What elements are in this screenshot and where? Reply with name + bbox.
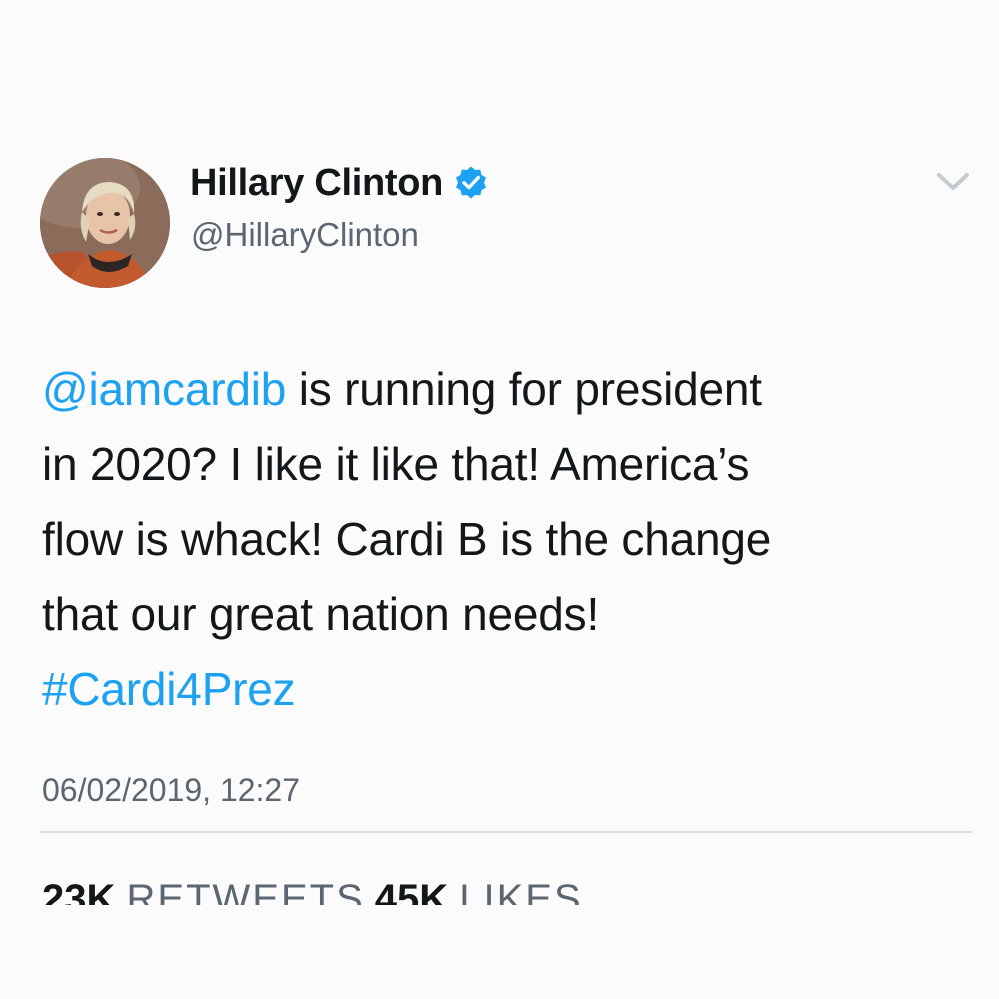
likes-count: 45K: [374, 877, 449, 905]
likes-label: LIKES: [459, 877, 583, 905]
tweet-stats: 23K RETWEETS 45K LIKES: [42, 877, 583, 905]
verified-badge-icon: [456, 166, 487, 199]
tweet-timestamp[interactable]: 06/02/2019, 12:27: [42, 772, 300, 809]
hashtag-link[interactable]: #Cardi4Prez: [42, 663, 296, 715]
tweet-card: Hillary Clinton @HillaryClinton @iamcard…: [0, 0, 999, 999]
tweet-line-5: #Cardi4Prez: [42, 652, 972, 727]
profile-photo-icon: [40, 158, 170, 288]
tweet-line-1: @iamcardib is running for president: [42, 352, 972, 427]
chevron-down-icon[interactable]: [935, 170, 971, 194]
author-name[interactable]: Hillary Clinton: [190, 162, 443, 205]
retweets-count: 23K: [42, 877, 116, 905]
tweet-line-2: in 2020? I like it like that! America’s: [42, 438, 750, 490]
retweets-stat[interactable]: 23K RETWEETS: [42, 877, 365, 905]
tweet-line-3: flow is whack! Cardi B is the change: [42, 513, 772, 565]
avatar[interactable]: [40, 158, 170, 288]
likes-stat[interactable]: 45K LIKES: [375, 877, 583, 905]
tweet-line-1-text: is running for president: [286, 363, 762, 415]
author-name-row: Hillary Clinton: [190, 158, 489, 208]
tweet-line-4: that our great nation needs!: [42, 588, 600, 640]
mention-link[interactable]: @iamcardib: [42, 363, 286, 415]
divider: [40, 831, 972, 833]
tweet-text: @iamcardib is running for president in 2…: [42, 352, 972, 727]
retweets-label: RETWEETS: [126, 877, 365, 905]
author-handle[interactable]: @HillaryClinton: [191, 216, 419, 254]
